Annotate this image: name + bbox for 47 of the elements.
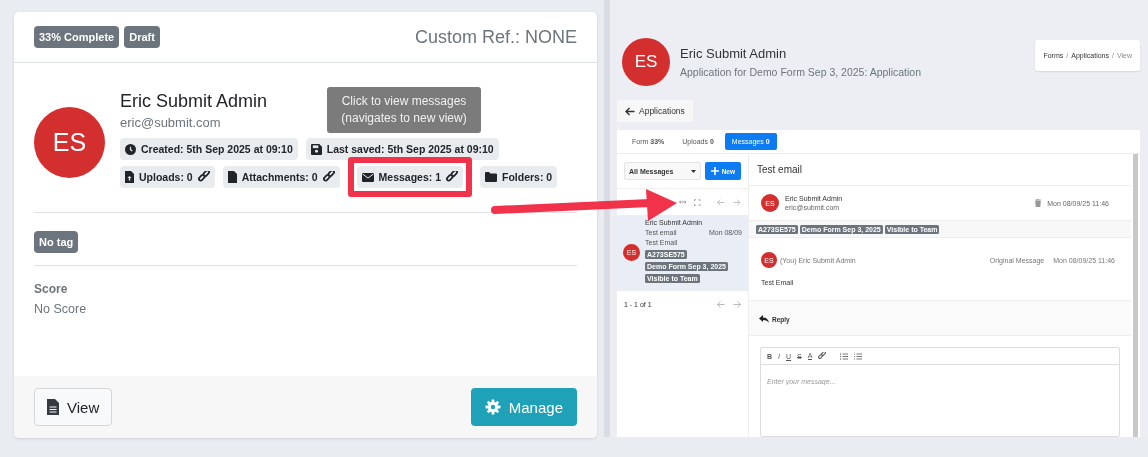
caret-icon <box>690 169 696 173</box>
info-chip: Folders: 0 <box>480 166 558 188</box>
custom-ref: Custom Ref.: NONE <box>414 26 577 48</box>
avatar: ES <box>622 38 670 86</box>
reply-icon <box>759 315 769 323</box>
file-upload-icon <box>125 171 134 183</box>
arrow-left-icon[interactable] <box>717 301 725 308</box>
link-icon[interactable] <box>818 352 827 360</box>
link-icon <box>322 171 335 183</box>
numbered-list-icon[interactable] <box>840 352 849 360</box>
tag-badge: No tag <box>34 231 79 253</box>
clock-icon <box>125 143 136 155</box>
file-icon <box>227 171 237 183</box>
score-label: Score <box>34 282 69 296</box>
resize-icon[interactable] <box>679 199 687 205</box>
settings-icon <box>484 399 501 415</box>
arrow-left-icon <box>625 106 635 116</box>
status-badge: Draft <box>124 26 160 48</box>
applicant-name: Eric Submit Admin <box>680 46 788 61</box>
status-badge: 33% Complete <box>34 26 120 48</box>
score-value: No Score <box>34 302 88 316</box>
back-button[interactable]: Applications <box>617 100 693 122</box>
tooltip: Click to view messages (navigates to new view) <box>327 87 481 133</box>
plus-icon <box>710 167 719 175</box>
applicant-name: Eric Submit Admin <box>120 91 268 112</box>
save-icon <box>310 143 322 155</box>
info-chip[interactable]: Messages: 1 <box>356 166 463 188</box>
bullet-list-icon[interactable] <box>854 352 863 360</box>
view-button[interactable]: View <box>34 388 113 426</box>
expand-icon[interactable] <box>694 198 702 206</box>
folder-icon <box>485 172 497 182</box>
arrow-left-icon[interactable] <box>717 198 725 206</box>
info-chip: Last saved: 5th Sep 2025 at 09:10 <box>305 138 499 160</box>
link-icon <box>197 171 210 183</box>
info-chip[interactable]: Uploads: 0 <box>120 166 215 188</box>
link-icon <box>446 171 458 183</box>
trash-icon[interactable] <box>1035 199 1042 207</box>
envelope-icon <box>361 172 374 182</box>
info-chip[interactable]: Attachments: 0 <box>222 166 340 188</box>
info-chip: Created: 5th Sep 2025 at 09:10 <box>120 138 298 160</box>
avatar: ES <box>34 107 105 178</box>
message-title: Test email <box>749 154 1131 186</box>
application-subtitle: Application for Demo Form Sep 3, 2025: Application <box>680 66 923 78</box>
applicant-email: eric@submit.com <box>120 115 221 130</box>
arrow-right-icon[interactable] <box>733 301 741 308</box>
document-icon <box>47 399 59 415</box>
arrow-right-icon[interactable] <box>732 198 740 206</box>
